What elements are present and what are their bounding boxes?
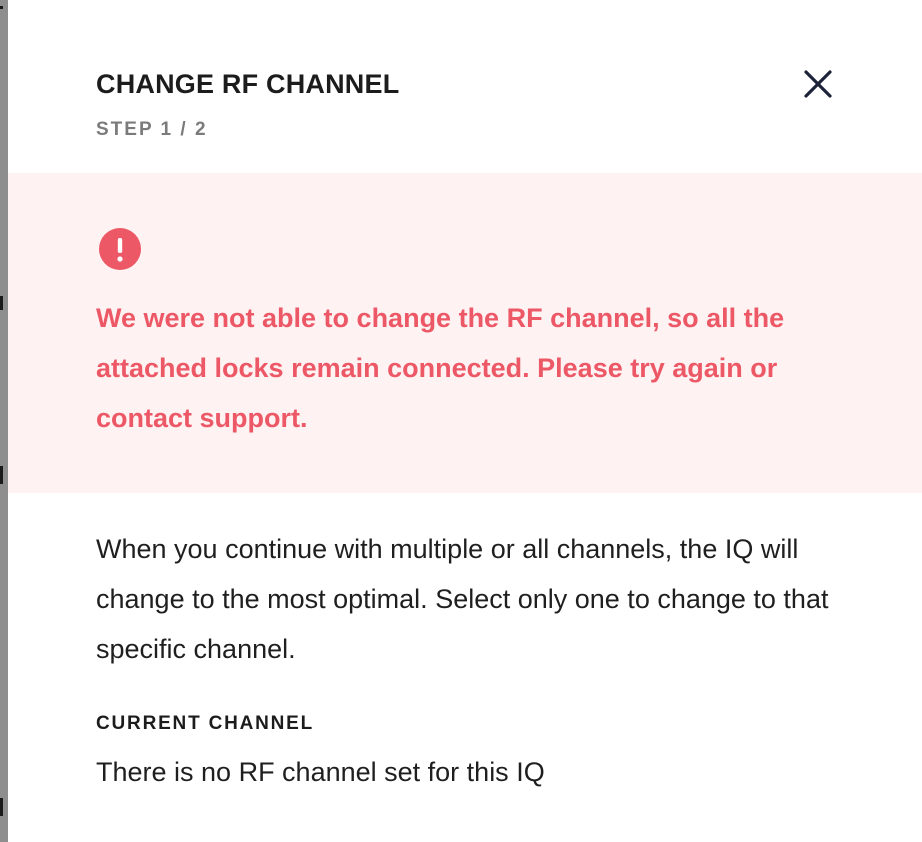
modal-title: CHANGE RF CHANNEL xyxy=(96,69,400,99)
backdrop-fragment xyxy=(0,466,3,484)
modal-header: CHANGE RF CHANNEL STEP 1 / 2 xyxy=(96,68,856,142)
close-button[interactable] xyxy=(796,62,840,106)
backdrop-fragment xyxy=(0,6,3,9)
error-alert: We were not able to change the RF channe… xyxy=(8,173,922,493)
page-backdrop xyxy=(0,0,8,842)
step-indicator: STEP 1 / 2 xyxy=(96,119,208,140)
current-channel-label: CURRENT CHANNEL xyxy=(96,713,315,734)
close-icon xyxy=(804,70,832,98)
exclamation-circle-icon xyxy=(99,228,141,270)
description-text: When you continue with multiple or all c… xyxy=(96,534,829,664)
change-rf-channel-modal: CHANGE RF CHANNEL STEP 1 / 2 We were not… xyxy=(8,0,922,842)
current-channel-value: There is no RF channel set for this IQ xyxy=(96,757,545,787)
backdrop-fragment xyxy=(0,798,3,816)
error-message: We were not able to change the RF channe… xyxy=(96,303,785,433)
backdrop-fragment xyxy=(0,296,3,310)
